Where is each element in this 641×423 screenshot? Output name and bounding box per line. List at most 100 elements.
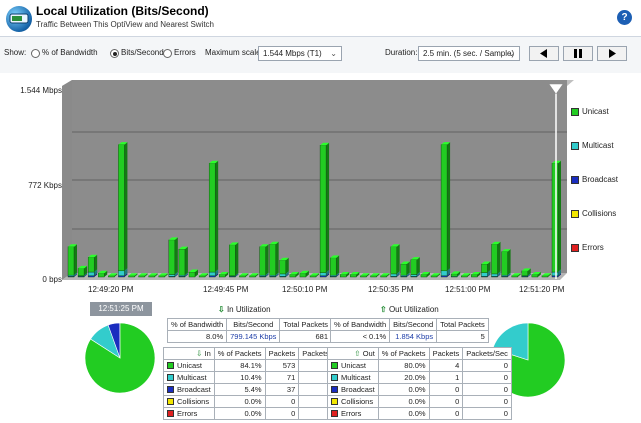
in-summary-table: % of Bandwidth Bits/Second Total Packets… (166, 318, 333, 343)
row-label-cell: Collisions (163, 395, 215, 408)
radio-percent-bandwidth[interactable] (31, 49, 40, 58)
radio-bits-second-label[interactable]: Bits/Second (121, 48, 164, 57)
legend-swatch (571, 210, 579, 218)
color-swatch (331, 410, 338, 417)
cell-pps: 0 (462, 395, 512, 408)
cell-packets: 1 (428, 371, 464, 384)
bar-unicast (178, 246, 188, 276)
out-total-packets: 5 (436, 330, 489, 343)
pause-icon (574, 49, 582, 58)
out-utilization-heading: ⇧ Out Utilization (380, 305, 439, 314)
max-scale-label: Maximum scale: (205, 48, 263, 57)
row-label: Collisions (177, 397, 210, 406)
bar-unicast (269, 241, 279, 276)
cell-pct: 0.0% (377, 407, 430, 420)
bar-unicast (67, 244, 77, 276)
row-label: Unicast (341, 361, 367, 370)
row-label: Collisions (341, 397, 374, 406)
title-bar: Local Utilization (Bits/Second) Traffic … (0, 0, 641, 37)
bar-unicast (77, 265, 88, 276)
help-icon[interactable]: ? (617, 10, 632, 25)
x-tick-label: 12:49:45 PM (203, 285, 249, 294)
cell-pct: 0.0% (377, 383, 430, 396)
rewind-icon (540, 49, 547, 58)
cell-pps: 0 (462, 359, 512, 372)
bar-unicast (259, 244, 269, 276)
pause-button[interactable] (563, 46, 593, 61)
column-header: % of Bandwidth (166, 318, 228, 331)
row-label: Errors (341, 409, 362, 418)
radio-errors-label[interactable]: Errors (174, 48, 196, 57)
column-header: ⇩ In (163, 347, 215, 360)
in-utilization-title: In Utilization (226, 305, 271, 314)
row-label-cell: Errors (163, 407, 215, 420)
legend-label: Multicast (582, 141, 614, 150)
bar-unicast (329, 255, 340, 276)
page-title: Local Utilization (Bits/Second) (36, 4, 209, 18)
out-detail-table: ⇧ Out % of Packets Packets Packets/Sec U… (327, 347, 512, 420)
color-swatch (167, 362, 174, 369)
cell-packets: 37 (264, 383, 300, 396)
cell-pct: 0.0% (213, 395, 266, 408)
chevron-down-icon: ⌄ (330, 49, 337, 58)
cell-pct: 84.1% (213, 359, 266, 372)
cell-packets: 0 (428, 395, 464, 408)
column-header: Bits/Second (389, 318, 438, 331)
color-swatch (331, 386, 338, 393)
bar-unicast (501, 249, 511, 276)
in-utilization-heading: ⇩ In Utilization (218, 305, 271, 314)
row-label: Multicast (341, 373, 371, 382)
radio-bits-second[interactable] (110, 49, 119, 58)
table-row: Errors0.0%00 (327, 407, 512, 420)
table-row: Broadcast 0.0% 0 0 (327, 383, 512, 396)
in-header-label: In (204, 349, 211, 358)
cell-pps: 0 (462, 371, 512, 384)
out-header-label: Out (362, 349, 375, 358)
rewind-button[interactable] (529, 46, 559, 61)
bar-unicast (168, 237, 178, 275)
in-bits-second: 799.145 Kbps (226, 330, 281, 343)
cell-packets: 71 (264, 371, 300, 384)
bar-unicast (400, 261, 410, 276)
bar-unicast (87, 254, 98, 273)
radio-percent-bandwidth-label[interactable]: % of Bandwidth (42, 48, 98, 57)
column-header: % of Bandwidth (329, 318, 391, 331)
table-row: Broadcast5.4%377 (163, 383, 348, 396)
column-header: % of Packets (213, 347, 266, 360)
radio-errors[interactable] (163, 49, 172, 58)
out-percent-bandwidth: < 0.1% (329, 330, 391, 343)
table-row: Collisions0.0%00 (163, 395, 348, 408)
in-percent-bandwidth: 8.0% (166, 330, 228, 343)
max-scale-select[interactable]: 1.544 Mbps (T1) ⌄ (258, 46, 342, 61)
x-tick-label: 12:50:10 PM (282, 285, 328, 294)
row-label: Multicast (177, 373, 207, 382)
row-label: Errors (177, 409, 198, 418)
legend-label: Broadcast (582, 175, 619, 184)
play-button[interactable] (597, 46, 627, 61)
column-header: Packets (428, 347, 464, 360)
duration-select[interactable]: 2.5 min. (5 sec. / Sample) ⌄ (418, 46, 520, 61)
cell-packets: 0 (264, 407, 300, 420)
legend-label: Collisions (582, 209, 617, 218)
bar-unicast (481, 261, 491, 273)
row-label-cell: Unicast (327, 359, 379, 372)
cell-packets: 0 (428, 383, 464, 396)
cell-packets: 4 (428, 359, 464, 372)
column-header: ⇧ Out (327, 347, 379, 360)
x-tick-label: 12:51:00 PM (445, 285, 491, 294)
bar-unicast (229, 242, 239, 276)
row-label-cell: Multicast (327, 371, 379, 384)
color-swatch (331, 398, 338, 405)
color-swatch (167, 374, 174, 381)
table-row: Multicast10.4%7114 (163, 371, 348, 384)
cell-pct: 0.0% (213, 407, 266, 420)
row-label: Broadcast (177, 385, 211, 394)
column-header: Total Packets (436, 318, 489, 331)
inbound-icon: ⇩ (196, 349, 203, 358)
color-swatch (167, 386, 174, 393)
column-header: Packets (264, 347, 300, 360)
row-label-cell: Errors (327, 407, 379, 420)
bar-unicast (440, 142, 451, 272)
column-header: Total Packets (279, 318, 333, 331)
cell-pct: 80.0% (377, 359, 430, 372)
